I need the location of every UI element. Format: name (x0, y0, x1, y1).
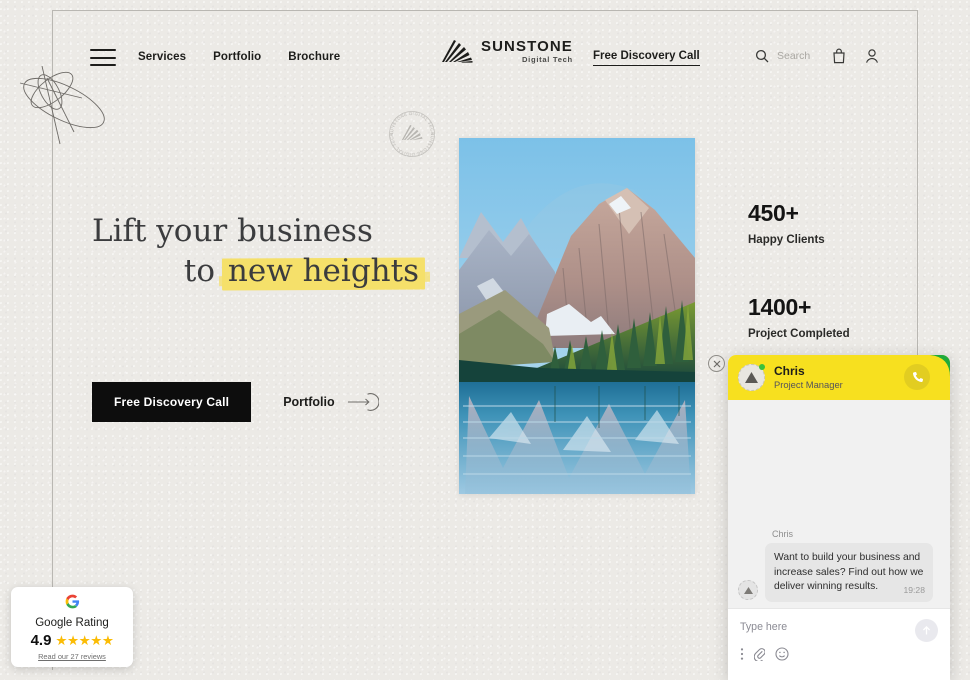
chat-messages: Chris Want to build your business and in… (728, 400, 950, 608)
send-arrow-up-icon[interactable] (915, 619, 938, 642)
hero-line-1: Lift your business (92, 213, 373, 249)
stat-value: 450+ (748, 200, 799, 226)
emoji-smiley-icon[interactable] (775, 647, 789, 661)
nav-item-portfolio[interactable]: Portfolio (213, 51, 261, 63)
shopping-bag-icon[interactable] (832, 48, 846, 69)
search-placeholder: Search (777, 50, 811, 62)
brand-logo[interactable]: SUNSTONE Digital Tech (440, 38, 573, 64)
mountain-avatar-icon (743, 586, 753, 594)
hero-actions: Free Discovery Call Portfolio (92, 382, 379, 422)
chat-message-bubble: Want to build your business and increase… (765, 543, 933, 602)
chat-agent-role: Project Manager (774, 379, 843, 391)
close-circle-icon[interactable] (708, 355, 725, 372)
mountain-avatar-icon (745, 372, 758, 383)
chat-input[interactable]: Type here (740, 621, 938, 633)
nav-item-services[interactable]: Services (138, 51, 186, 63)
stat-value: 1400+ (748, 294, 812, 320)
green-leaf-corner-icon (928, 355, 950, 377)
stat-happy-clients: 450+ Happy Clients (748, 200, 850, 246)
more-options-dots-icon[interactable] (740, 647, 744, 661)
sunburst-fan-icon (442, 40, 473, 63)
chat-header: Chris Project Manager (728, 355, 950, 400)
phone-call-icon[interactable] (904, 364, 930, 390)
brand-stamp-badge: SUNSTONE DIGITAL TECH SUNSTONE DIGITAL T… (389, 111, 435, 157)
user-account-icon[interactable] (865, 48, 879, 69)
google-rating-title: Google Rating (35, 617, 109, 629)
stat-projects-completed: 1400+ Project Completed (748, 294, 850, 340)
free-discovery-call-button[interactable]: Free Discovery Call (92, 382, 252, 422)
google-rating-card[interactable]: Google Rating 4.9 ★★★★★ Read our 27 revi… (11, 587, 133, 667)
search-input[interactable]: Search (755, 49, 810, 63)
arrow-right-circle-icon (347, 393, 379, 411)
chat-message-time: 19:28 (903, 584, 925, 595)
hero-highlight-text: new heights (225, 252, 422, 292)
chat-toolbar (740, 647, 938, 661)
page-root: Services Portfolio Brochure SUNSTONE Dig… (0, 0, 970, 680)
google-g-icon (65, 594, 79, 609)
site-header: Services Portfolio Brochure SUNSTONE Dig… (52, 10, 918, 90)
chat-composer: Type here (728, 608, 950, 680)
brand-logo-text: SUNSTONE Digital Tech (481, 38, 573, 64)
hero-line-2: to new heights (92, 252, 422, 292)
chat-message-avatar (738, 580, 758, 600)
brand-tagline: Digital Tech (522, 55, 573, 65)
chat-widget: Chris Project Manager Chris Want to buil… (728, 355, 950, 680)
portfolio-link-label: Portfolio (283, 395, 335, 409)
hero-line-2-prefix: to (183, 252, 225, 289)
chat-message-sender: Chris (772, 529, 794, 540)
nav-item-brochure[interactable]: Brochure (288, 51, 340, 63)
chat-message-text: Want to build your business and increase… (774, 552, 924, 593)
stat-label: Project Completed (748, 328, 850, 340)
header-cta-link[interactable]: Free Discovery Call (593, 50, 700, 66)
page-title: Lift your business to new heights (92, 212, 422, 291)
online-status-dot (759, 364, 765, 370)
attachment-paperclip-icon[interactable] (754, 647, 765, 661)
hamburger-menu-icon[interactable] (90, 49, 116, 66)
stats-block: 450+ Happy Clients 1400+ Project Complet… (748, 200, 850, 340)
hero-mountain-lake-photo (459, 138, 695, 494)
chat-message-row: Want to build your business and increase… (738, 543, 940, 602)
portfolio-link[interactable]: Portfolio (283, 390, 379, 414)
stat-label: Happy Clients (748, 234, 825, 246)
primary-nav: Services Portfolio Brochure (138, 51, 340, 63)
google-rating-score: 4.9 (30, 632, 52, 649)
brand-name: SUNSTONE (481, 38, 573, 56)
search-icon (755, 49, 769, 63)
chat-agent-name: Chris (774, 363, 805, 378)
google-rating-stars: ★★★★★ (55, 632, 114, 648)
chat-agent-info: Chris Project Manager (774, 363, 843, 391)
google-rating-row: 4.9 ★★★★★ (11, 632, 133, 649)
avatar (738, 364, 765, 391)
google-reviews-link[interactable]: Read our 27 reviews (11, 652, 133, 661)
